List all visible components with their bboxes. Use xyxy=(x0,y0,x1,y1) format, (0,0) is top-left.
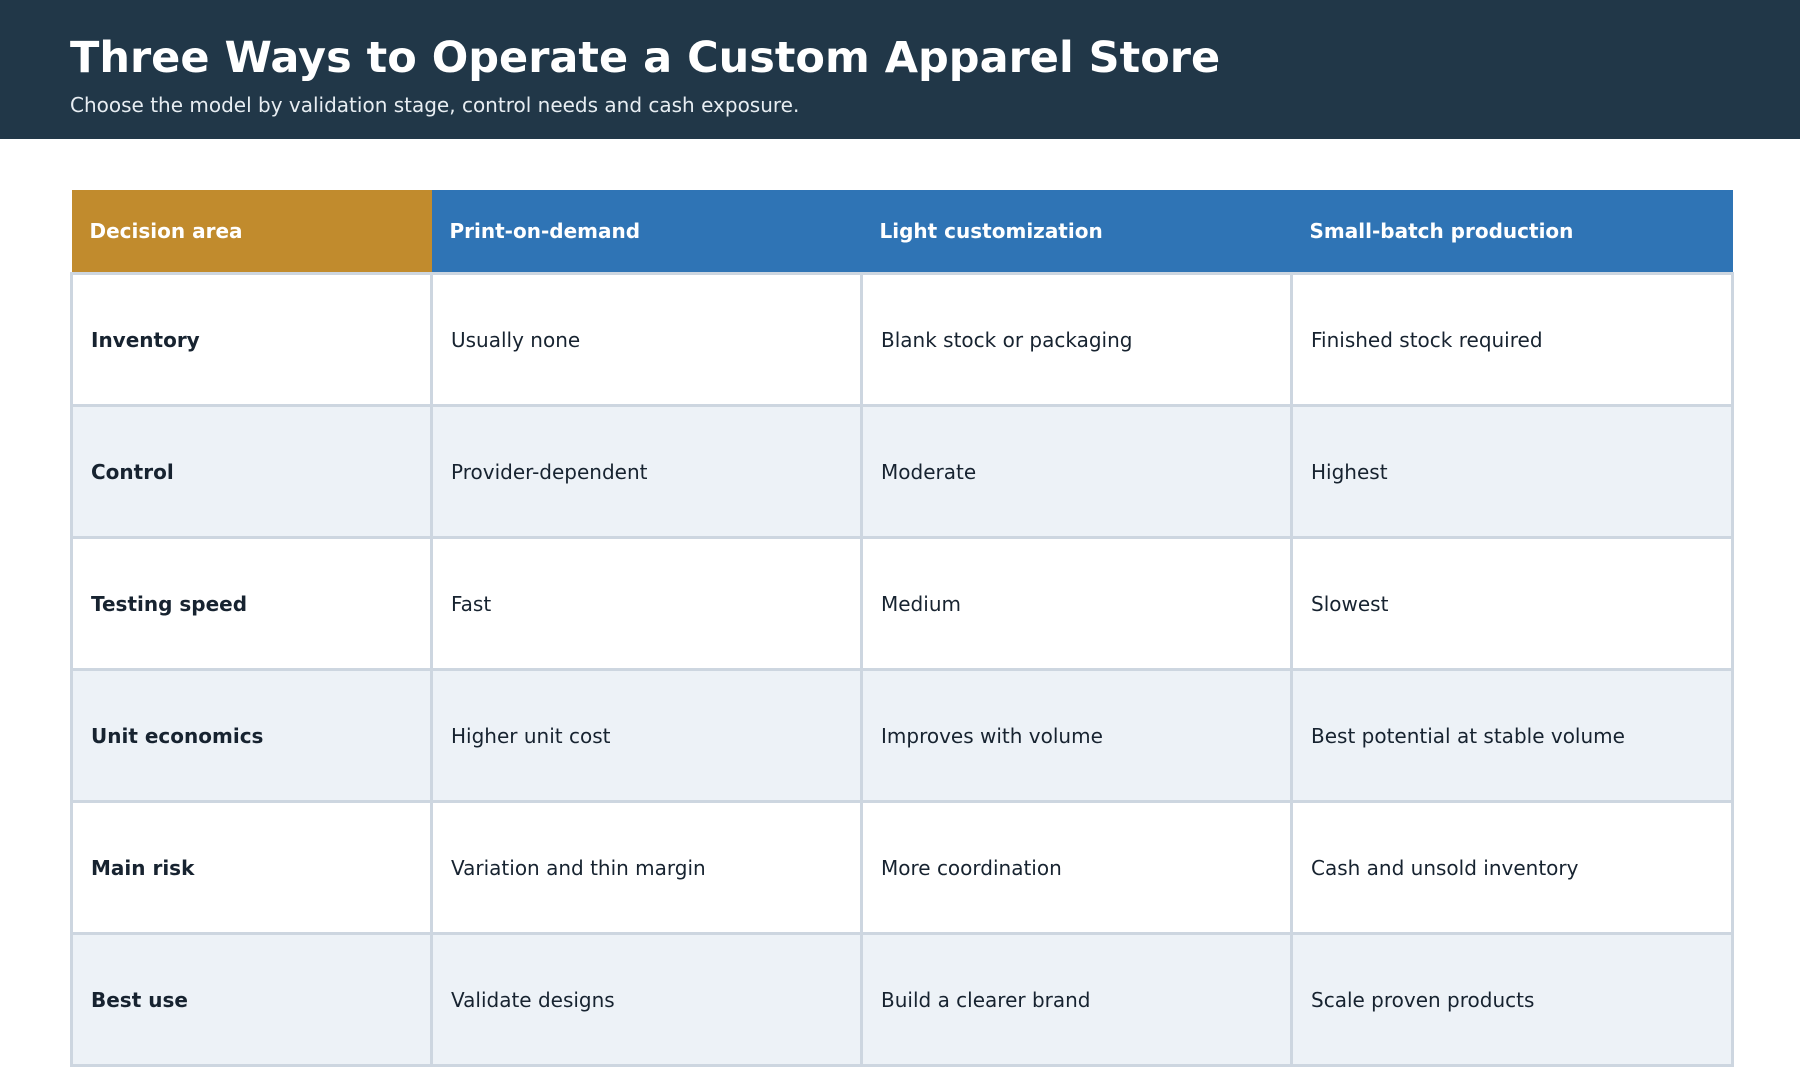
table-cell: Blank stock or packaging xyxy=(860,272,1293,407)
table-header-row: Decision area Print-on-demand Light cust… xyxy=(71,190,1733,274)
table-cell: Finished stock required xyxy=(1290,272,1734,407)
table-cell: Fast xyxy=(430,536,863,671)
row-label: Unit economics xyxy=(70,668,433,803)
comparison-table: Decision area Print-on-demand Light cust… xyxy=(70,190,1734,1067)
row-label: Main risk xyxy=(70,800,433,935)
table-row: Main risk Variation and thin margin More… xyxy=(70,800,1734,935)
table-cell: Slowest xyxy=(1290,536,1734,671)
table-row: Control Provider-dependent Moderate High… xyxy=(70,404,1734,539)
table-row: Testing speed Fast Medium Slowest xyxy=(70,536,1734,671)
table-cell: Usually none xyxy=(430,272,863,407)
row-label: Control xyxy=(70,404,433,539)
table-cell: Medium xyxy=(860,536,1293,671)
table-row: Best use Validate designs Build a cleare… xyxy=(70,932,1734,1067)
page-title: Three Ways to Operate a Custom Apparel S… xyxy=(70,33,1221,83)
row-label: Testing speed xyxy=(70,536,433,671)
page-header: Three Ways to Operate a Custom Apparel S… xyxy=(0,0,1800,139)
column-header-small-batch-production: Small-batch production xyxy=(1291,190,1733,274)
column-header-light-customization: Light customization xyxy=(861,190,1292,274)
table-cell: More coordination xyxy=(860,800,1293,935)
table-cell: Best potential at stable volume xyxy=(1290,668,1734,803)
table-cell: Validate designs xyxy=(430,932,863,1067)
table-cell: Cash and unsold inventory xyxy=(1290,800,1734,935)
table-cell: Provider-dependent xyxy=(430,404,863,539)
table-cell: Scale proven products xyxy=(1290,932,1734,1067)
table-row: Inventory Usually none Blank stock or pa… xyxy=(70,272,1734,407)
table-cell: Higher unit cost xyxy=(430,668,863,803)
table-cell: Variation and thin margin xyxy=(430,800,863,935)
table-cell: Build a clearer brand xyxy=(860,932,1293,1067)
table-cell: Moderate xyxy=(860,404,1293,539)
row-label: Best use xyxy=(70,932,433,1067)
column-header-print-on-demand: Print-on-demand xyxy=(431,190,862,274)
table-cell: Highest xyxy=(1290,404,1734,539)
column-header-decision-area: Decision area xyxy=(71,190,432,274)
table-cell: Improves with volume xyxy=(860,668,1293,803)
page-subtitle: Choose the model by validation stage, co… xyxy=(70,93,800,117)
row-label: Inventory xyxy=(70,272,433,407)
table-row: Unit economics Higher unit cost Improves… xyxy=(70,668,1734,803)
